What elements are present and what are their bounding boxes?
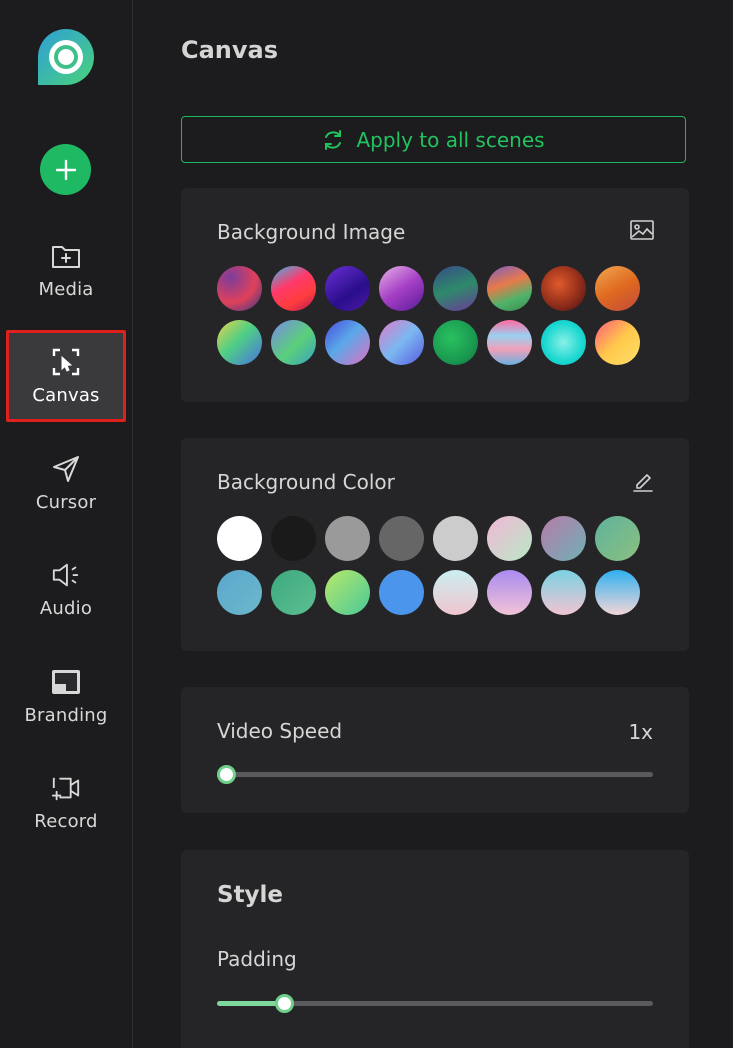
video-speed-slider[interactable] [217, 765, 653, 784]
background-image-swatch[interactable] [217, 266, 262, 311]
background-image-swatch[interactable] [433, 266, 478, 311]
background-color-swatch[interactable] [379, 570, 424, 615]
background-image-swatch[interactable] [271, 266, 316, 311]
page-title: Canvas [181, 36, 279, 64]
background-color-swatch[interactable] [541, 516, 586, 561]
background-image-swatch[interactable] [487, 266, 532, 311]
video-speed-slider-thumb[interactable] [217, 765, 236, 784]
background-image-swatch[interactable] [325, 320, 370, 365]
sidebar-item-cursor[interactable]: Cursor [6, 437, 126, 529]
sidebar-item-label: Canvas [32, 384, 100, 406]
sidebar-item-audio[interactable]: Audio [6, 543, 126, 635]
main-panel: Canvas Apply to all scenes Background Im… [134, 0, 733, 1048]
speaker-icon [51, 560, 81, 590]
sidebar-item-label: Audio [39, 597, 93, 619]
background-image-swatch[interactable] [217, 320, 262, 365]
apply-button-label: Apply to all scenes [356, 127, 545, 152]
padding-slider[interactable] [217, 994, 653, 1013]
background-color-title: Background Color [217, 470, 395, 494]
background-color-swatch[interactable] [271, 516, 316, 561]
sidebar-item-label: Cursor [35, 491, 97, 513]
send-icon [51, 454, 81, 484]
refresh-icon [322, 129, 344, 151]
background-color-swatch[interactable] [325, 570, 370, 615]
background-color-swatch[interactable] [433, 516, 478, 561]
background-image-grid [217, 266, 640, 365]
sidebar-item-label: Branding [24, 704, 108, 726]
background-image-swatch[interactable] [379, 320, 424, 365]
plus-icon [55, 159, 76, 180]
background-color-swatch[interactable] [595, 570, 640, 615]
video-speed-label: Video Speed [217, 719, 343, 743]
background-color-swatch[interactable] [487, 570, 532, 615]
background-image-swatch[interactable] [541, 266, 586, 311]
pencil-icon[interactable] [632, 470, 654, 492]
sidebar-item-canvas[interactable]: Canvas [6, 330, 126, 422]
sidebar-item-media[interactable]: Media [6, 224, 126, 316]
padding-slider-thumb[interactable] [275, 994, 295, 1013]
branding-icon [51, 667, 81, 697]
canvas-cursor-icon [51, 347, 81, 377]
background-color-grid [217, 516, 640, 615]
background-image-swatch[interactable] [487, 320, 532, 365]
video-speed-card: Video Speed 1x [181, 687, 689, 813]
background-color-swatch[interactable] [487, 516, 532, 561]
background-image-swatch[interactable] [271, 320, 316, 365]
padding-label: Padding [217, 947, 297, 971]
sidebar: Media Canvas Cursor Audio Branding Recor… [0, 0, 133, 1048]
style-card: Style Padding [181, 850, 689, 1048]
apply-to-all-scenes-button[interactable]: Apply to all scenes [181, 116, 686, 163]
sidebar-item-branding[interactable]: Branding [6, 650, 126, 742]
background-image-card: Background Image [181, 188, 689, 402]
background-color-swatch[interactable] [217, 516, 262, 561]
add-button[interactable] [40, 144, 91, 195]
background-image-swatch[interactable] [595, 320, 640, 365]
sidebar-item-record[interactable]: Record [6, 756, 126, 848]
background-color-card: Background Color [181, 438, 689, 651]
background-image-swatch[interactable] [433, 320, 478, 365]
background-image-title: Background Image [217, 220, 406, 244]
background-color-swatch[interactable] [217, 570, 262, 615]
video-speed-value: 1x [628, 720, 653, 744]
background-color-swatch[interactable] [325, 516, 370, 561]
background-color-swatch[interactable] [271, 570, 316, 615]
background-image-swatch[interactable] [379, 266, 424, 311]
style-title: Style [217, 882, 284, 908]
sidebar-item-label: Media [38, 278, 94, 300]
background-color-swatch[interactable] [541, 570, 586, 615]
background-color-swatch[interactable] [433, 570, 478, 615]
sidebar-item-label: Record [34, 810, 98, 832]
background-image-swatch[interactable] [325, 266, 370, 311]
background-color-swatch[interactable] [379, 516, 424, 561]
background-color-swatch[interactable] [595, 516, 640, 561]
folder-add-icon [51, 241, 81, 271]
image-icon[interactable] [630, 220, 654, 240]
background-image-swatch[interactable] [541, 320, 586, 365]
background-image-swatch[interactable] [595, 266, 640, 311]
record-add-icon [51, 773, 81, 803]
app-logo-icon[interactable] [37, 28, 95, 86]
